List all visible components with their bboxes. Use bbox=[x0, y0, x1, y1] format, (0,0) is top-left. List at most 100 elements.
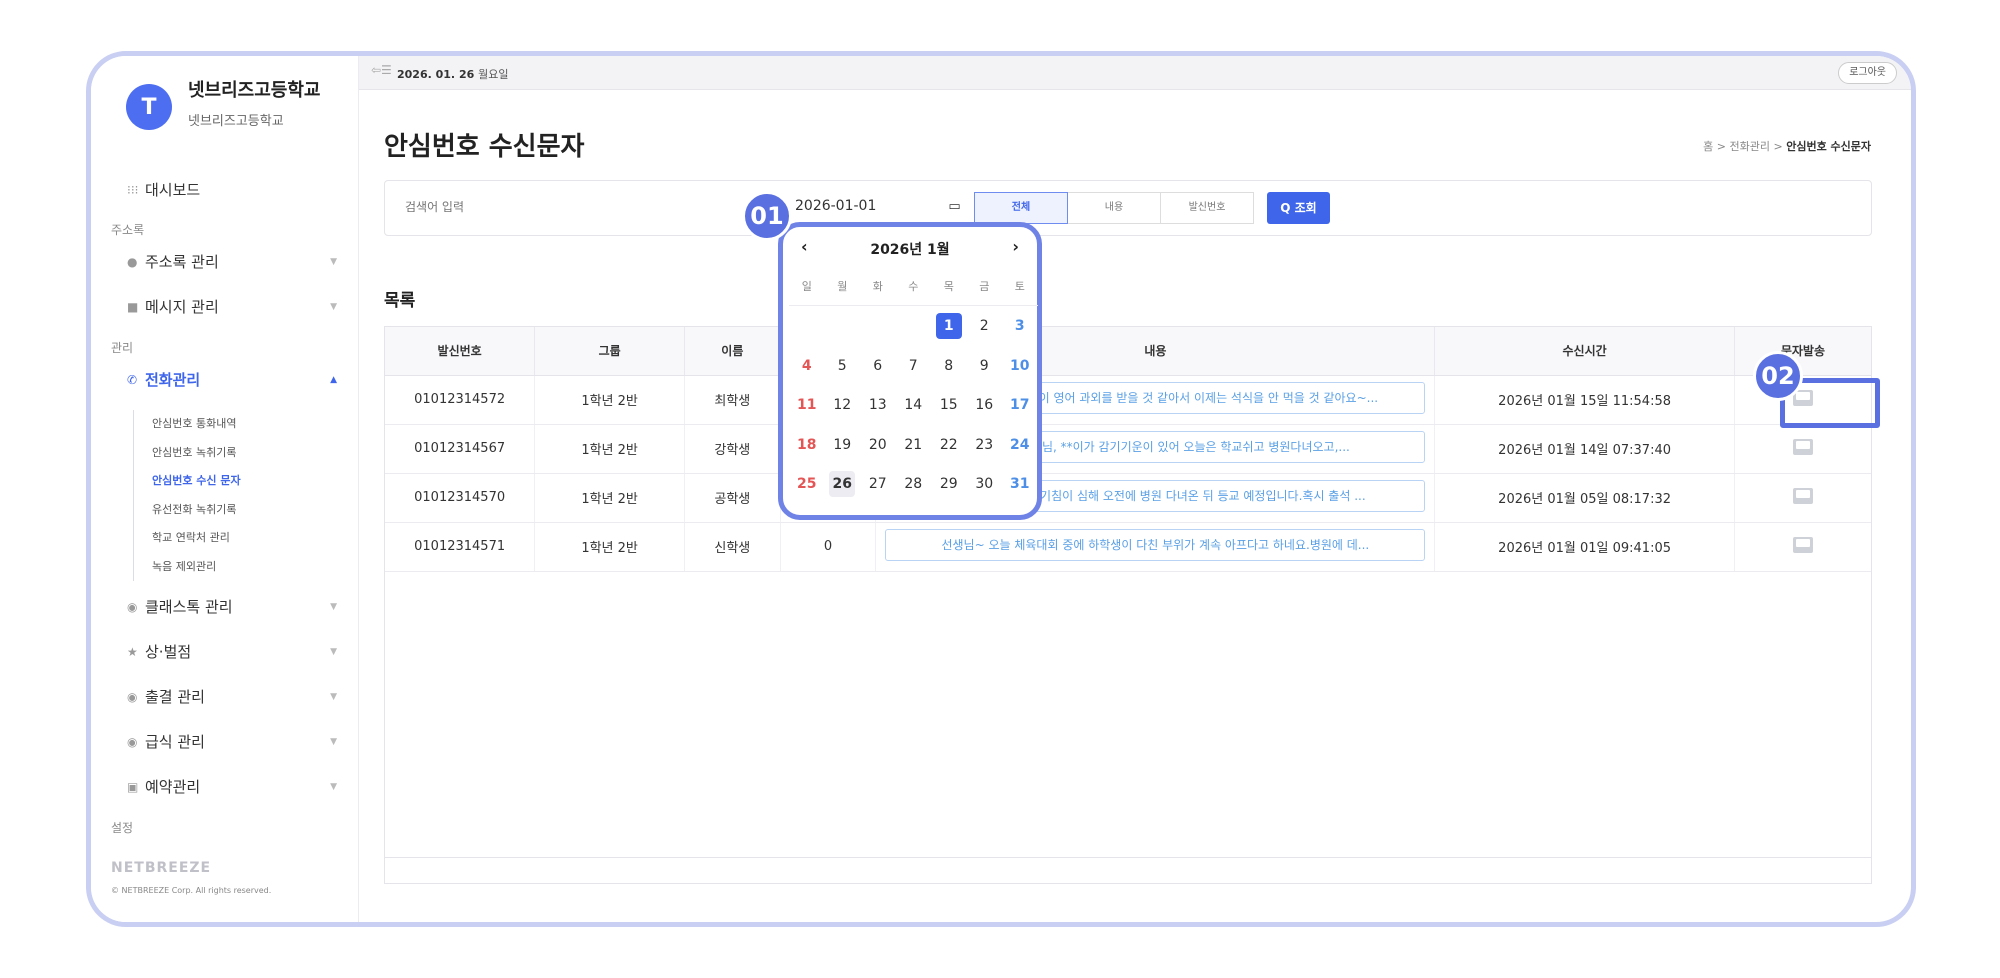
current-date: 2026. 01. 26 월요일 bbox=[397, 68, 509, 81]
calendar-day[interactable]: 8 bbox=[931, 346, 967, 386]
calendar-day[interactable]: 30 bbox=[967, 465, 1003, 505]
sidebar-item-classtalk[interactable]: ◉ 클래스톡 관리 ▼ bbox=[127, 596, 337, 617]
message-table: 발신번호 그룹 이름 내용 수신시간 문자발송 01012314572 1학년 … bbox=[384, 326, 1872, 858]
calendar-day[interactable]: 26 bbox=[825, 465, 861, 505]
menu-toggle-icon[interactable]: ⇦☰ bbox=[371, 63, 392, 77]
table-row: 01012314567 1학년 2반 강학생 0 안녕하세요 선생님, **이가… bbox=[385, 424, 1871, 474]
page-title: 안심번호 수신문자 bbox=[384, 132, 585, 162]
weekday-label: 목 bbox=[931, 267, 967, 306]
submenu-contacts[interactable]: 학교 연락처 관리 bbox=[152, 524, 241, 553]
name: 공학생 bbox=[684, 473, 781, 523]
col-name: 이름 bbox=[684, 327, 781, 376]
meal-icon: ◉ bbox=[127, 734, 138, 749]
calendar-day[interactable]: 12 bbox=[825, 386, 861, 426]
message-content[interactable]: 선생님~ 오늘 체육대회 중에 하학생이 다친 부위가 계속 아프다고 하네요.… bbox=[885, 528, 1426, 561]
filter-sender-button[interactable]: 발신번호 bbox=[1160, 192, 1254, 224]
table-row: 01012314572 1학년 2반 최학생 0 선생님~ 오늘 최학생이 영어… bbox=[385, 375, 1871, 425]
submenu-recording-exclusion[interactable]: 녹음 제외관리 bbox=[152, 553, 241, 582]
filter-all-button[interactable]: 전체 bbox=[974, 192, 1068, 224]
calendar-day[interactable]: 24 bbox=[1002, 425, 1038, 465]
calendar-day[interactable]: 14 bbox=[896, 386, 932, 426]
envelope-icon[interactable] bbox=[1792, 487, 1813, 504]
envelope-icon[interactable] bbox=[1792, 438, 1813, 455]
sender-number: 01012314571 bbox=[385, 522, 536, 572]
calendar-day[interactable]: 16 bbox=[967, 386, 1003, 426]
logout-button[interactable]: 로그아웃 bbox=[1838, 62, 1897, 84]
avatar: T bbox=[126, 84, 172, 130]
received-time: 2026년 01월 15일 11:54:58 bbox=[1434, 375, 1735, 425]
filter-content-button[interactable]: 내용 bbox=[1067, 192, 1161, 224]
message-icon: ■ bbox=[127, 299, 139, 314]
calendar-day[interactable]: 5 bbox=[825, 346, 861, 386]
col-sender: 발신번호 bbox=[385, 327, 536, 376]
calendar-day[interactable]: 22 bbox=[931, 425, 967, 465]
calendar-day[interactable]: 15 bbox=[931, 386, 967, 426]
chevron-down-icon: ▼ bbox=[330, 781, 337, 792]
topbar: ⇦☰ 2026. 01. 26 월요일 로그아웃 bbox=[359, 56, 1911, 90]
submenu-received-sms[interactable]: 안심번호 수신 문자 bbox=[152, 467, 241, 496]
calendar-day[interactable]: 4 bbox=[789, 346, 825, 386]
calendar-day[interactable]: 1 bbox=[931, 307, 967, 347]
calendar-day[interactable]: 11 bbox=[789, 386, 825, 426]
calendar-day[interactable]: 23 bbox=[967, 425, 1003, 465]
weekday-label: 화 bbox=[860, 267, 896, 306]
received-time: 2026년 01월 01일 09:41:05 bbox=[1434, 522, 1735, 572]
calendar-day[interactable]: 18 bbox=[789, 425, 825, 465]
calendar-day[interactable]: 6 bbox=[860, 346, 896, 386]
section-label-address: 주소록 bbox=[111, 223, 145, 237]
search-input[interactable] bbox=[405, 200, 705, 214]
sidebar-item-attendance[interactable]: ◉ 출결 관리 ▼ bbox=[127, 686, 337, 707]
envelope-icon[interactable] bbox=[1792, 536, 1813, 553]
sidebar-item-phone[interactable]: ✆ 전화관리 ▲ bbox=[127, 369, 337, 390]
received-time: 2026년 01월 05일 08:17:32 bbox=[1434, 473, 1735, 523]
submenu-landline-recording[interactable]: 유선전화 녹취기록 bbox=[152, 496, 241, 525]
calendar-day[interactable]: 10 bbox=[1002, 346, 1038, 386]
chevron-down-icon: ▼ bbox=[330, 301, 337, 312]
calendar-day[interactable]: 19 bbox=[825, 425, 861, 465]
calendar-day[interactable]: 28 bbox=[896, 465, 932, 505]
calendar-day[interactable]: 9 bbox=[967, 346, 1003, 386]
chevron-down-icon: ▼ bbox=[330, 691, 337, 702]
group: 1학년 2반 bbox=[534, 522, 685, 572]
calendar-empty-cell bbox=[860, 307, 896, 347]
chevron-down-icon: ▼ bbox=[330, 646, 337, 657]
calendar-day[interactable]: 21 bbox=[896, 425, 932, 465]
calendar-day[interactable]: 25 bbox=[789, 465, 825, 505]
calendar-day[interactable]: 20 bbox=[860, 425, 896, 465]
weekday-label: 일 bbox=[789, 267, 825, 306]
calendar-day[interactable]: 3 bbox=[1002, 307, 1038, 347]
star-icon: ★ bbox=[127, 644, 138, 659]
phone-icon: ✆ bbox=[127, 372, 138, 387]
classtalk-icon: ◉ bbox=[127, 599, 138, 614]
calendar-day[interactable]: 2 bbox=[967, 307, 1003, 347]
calendar-day[interactable]: 27 bbox=[860, 465, 896, 505]
sidebar-item-reservation[interactable]: ▣ 예약관리 ▼ bbox=[127, 776, 337, 797]
date-field[interactable]: 2026-01-01 ▭ bbox=[795, 198, 961, 214]
sidebar-item-meal[interactable]: ◉ 급식 관리 ▼ bbox=[127, 731, 337, 752]
sidebar-item-dashboard[interactable]: ⁝⁝⁝ 대시보드 bbox=[127, 179, 337, 200]
group: 1학년 2반 bbox=[534, 473, 685, 523]
submenu-recording[interactable]: 안심번호 녹취기록 bbox=[152, 439, 241, 468]
search-button[interactable]: Q 조회 bbox=[1267, 192, 1330, 224]
list-title: 목록 bbox=[384, 291, 416, 311]
col-time: 수신시간 bbox=[1434, 327, 1735, 376]
calendar-empty-cell bbox=[825, 307, 861, 347]
next-month-icon[interactable]: › bbox=[1012, 237, 1019, 256]
submenu-call-history[interactable]: 안심번호 통화내역 bbox=[152, 410, 241, 439]
sidebar-item-message[interactable]: ■ 메시지 관리 ▼ bbox=[127, 296, 337, 317]
chevron-down-icon: ▼ bbox=[330, 256, 337, 267]
table-row: 01012314571 1학년 2반 신학생 0 선생님~ 오늘 체육대회 중에… bbox=[385, 522, 1871, 572]
sidebar-item-reward[interactable]: ★ 상·벌점 ▼ bbox=[127, 641, 337, 662]
name: 신학생 bbox=[684, 522, 781, 572]
calendar-day[interactable]: 17 bbox=[1002, 386, 1038, 426]
calendar-day[interactable]: 13 bbox=[860, 386, 896, 426]
chevron-down-icon: ▼ bbox=[330, 736, 337, 747]
app-frame: T 넷브리즈고등학교 넷브리즈고등학교 ⁝⁝⁝ 대시보드 주소록 ● 주소록 관… bbox=[86, 51, 1916, 927]
calendar-day[interactable]: 31 bbox=[1002, 465, 1038, 505]
sidebar-item-address[interactable]: ● 주소록 관리 ▼ bbox=[127, 251, 337, 272]
table-header: 발신번호 그룹 이름 내용 수신시간 문자발송 bbox=[385, 327, 1871, 376]
brand-logo: NETBREEZE bbox=[111, 860, 212, 876]
calendar-day[interactable]: 29 bbox=[931, 465, 967, 505]
calendar-day[interactable]: 7 bbox=[896, 346, 932, 386]
date-picker-popup: ‹ 2026년 1월 › 일 월 화 수 목 금 토 1 2 3 4 5 6 7 8 9 10 11 12 13 14 1… bbox=[778, 222, 1042, 520]
